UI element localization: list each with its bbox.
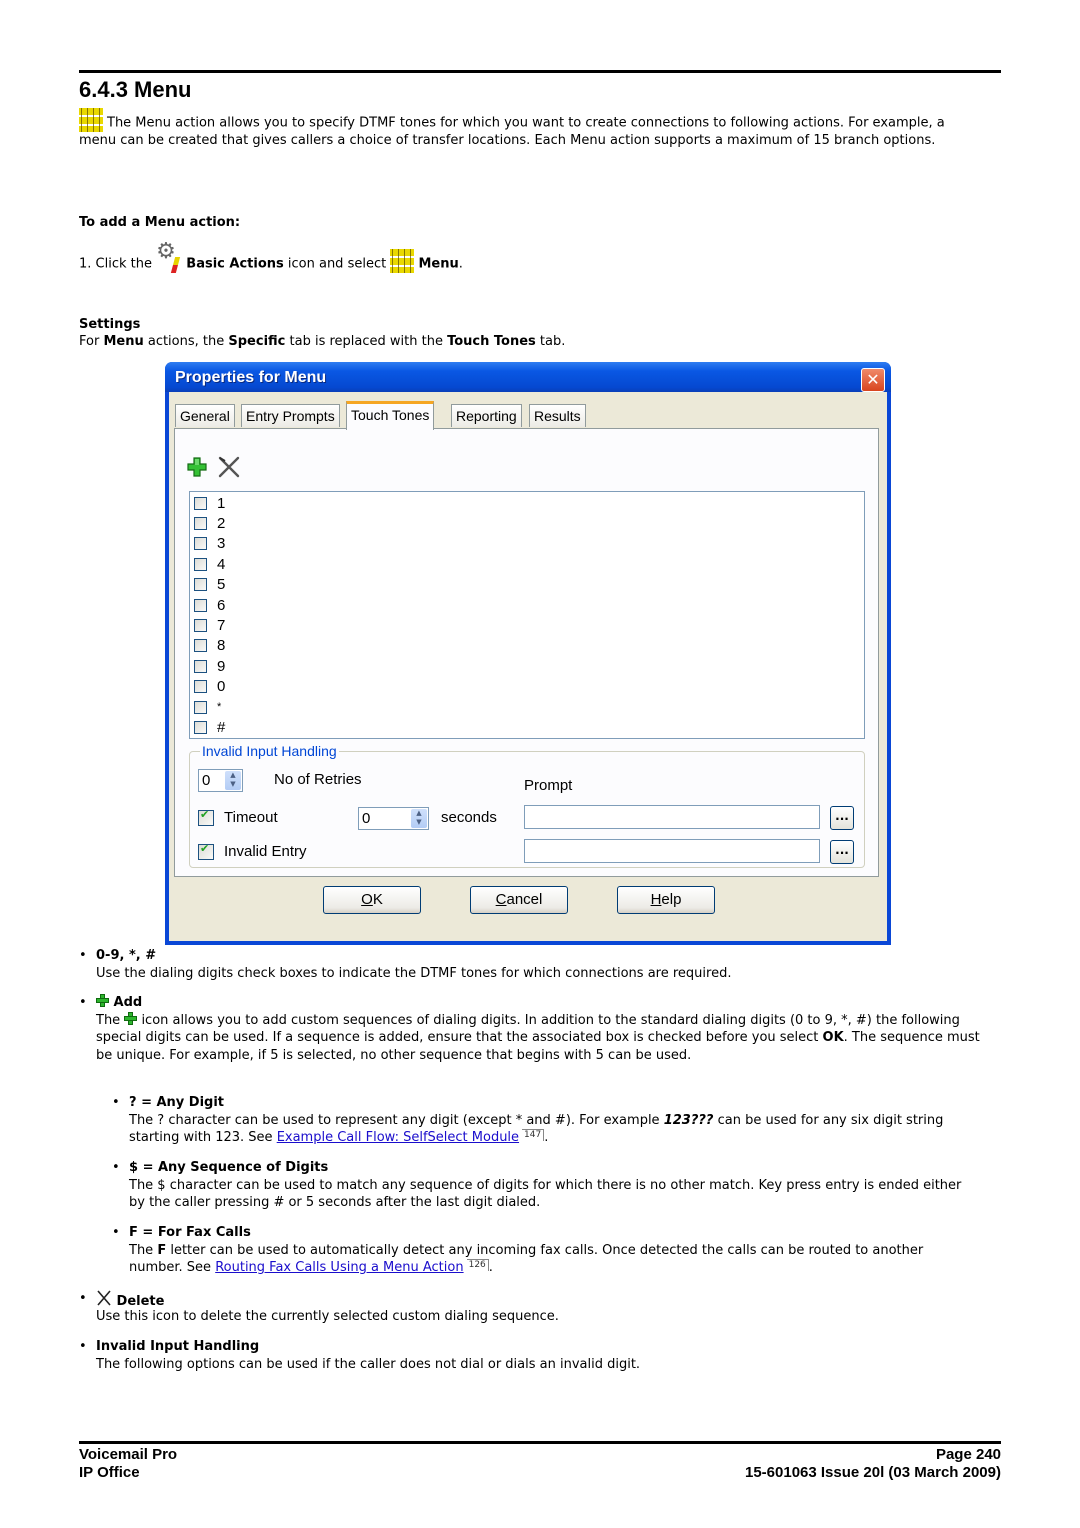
digit-item[interactable]: 0: [194, 677, 225, 697]
timeout-spinner[interactable]: 0 ▲ ▼: [358, 807, 429, 830]
selfselect-module-link[interactable]: Example Call Flow: SelfSelect Module: [277, 1130, 519, 1145]
digit-item[interactable]: 9: [194, 656, 225, 676]
tab-entry-prompts[interactable]: Entry Prompts: [241, 404, 340, 427]
page-ref: 126: [466, 1259, 489, 1271]
footer-company: IP Office: [79, 1464, 140, 1481]
prompt-label: Prompt: [524, 777, 573, 794]
add-sequence-icon[interactable]: [187, 457, 207, 477]
menu-action-icon: [79, 108, 103, 132]
invalid-input-group: Invalid Input Handling 0 ▲ ▼ No of Retrie…: [189, 743, 865, 868]
menu-action-icon: [390, 249, 415, 273]
invalid-entry-label: Invalid Entry: [224, 843, 307, 860]
digit-list: 1 2 3 4 5 6 7 8 9 0 * #: [189, 491, 865, 739]
dialog-title: Properties for Menu: [175, 369, 327, 386]
digit-checkbox[interactable]: [194, 516, 207, 530]
retries-label: No of Retries: [274, 771, 362, 788]
digit-checkbox[interactable]: [194, 680, 207, 694]
footer-rule: [79, 1441, 1001, 1444]
digit-checkbox[interactable]: [194, 700, 207, 714]
properties-dialog: Properties for Menu ✕ General Entry Prom…: [165, 362, 891, 945]
invalid-entry-prompt-field[interactable]: [524, 839, 820, 863]
digit-checkbox[interactable]: [194, 720, 207, 734]
invalid-entry-checkbox[interactable]: [198, 842, 214, 860]
howto-heading: To add a Menu action:: [79, 215, 241, 230]
dialog-body: General Entry Prompts Touch Tones Report…: [169, 392, 887, 941]
timeout-prompt-field[interactable]: [524, 805, 820, 829]
intro-paragraph: The Menu action allows you to specify DT…: [79, 108, 979, 150]
section-title: 6.4.3 Menu: [79, 77, 192, 102]
header-rule: [79, 70, 1001, 73]
digit-item[interactable]: 4: [194, 554, 225, 574]
digit-item[interactable]: 8: [194, 636, 225, 656]
tab-general[interactable]: General: [175, 404, 235, 427]
tab-reporting[interactable]: Reporting: [451, 404, 522, 427]
settings-heading: Settings: [79, 317, 141, 332]
digit-checkbox[interactable]: [194, 496, 207, 510]
digit-item[interactable]: 3: [194, 534, 225, 554]
tab-results[interactable]: Results: [529, 404, 586, 427]
delete-sequence-icon[interactable]: [217, 455, 241, 479]
digit-item[interactable]: *: [194, 697, 221, 717]
howto-step: 1. Click the Basic Actions icon and sele…: [79, 243, 979, 273]
digit-checkbox[interactable]: [194, 639, 207, 653]
digit-checkbox[interactable]: [194, 598, 207, 612]
dialog-title-bar[interactable]: Properties for Menu ✕: [165, 362, 891, 392]
digit-checkbox[interactable]: [194, 578, 207, 592]
spinner-arrows-icon[interactable]: ▲ ▼: [225, 771, 241, 790]
digit-item[interactable]: #: [194, 717, 225, 737]
footer-page-number: Page 240: [935, 1446, 1001, 1463]
spinner-arrows-icon[interactable]: ▲ ▼: [411, 809, 427, 828]
close-icon: ✕: [866, 370, 880, 389]
timeout-label: Timeout: [224, 809, 278, 826]
delete-icon: [97, 1290, 111, 1306]
retries-spinner[interactable]: 0 ▲ ▼: [198, 769, 243, 792]
seconds-label: seconds: [441, 809, 497, 826]
page-ref: 147: [522, 1129, 545, 1141]
timeout-checkbox[interactable]: [198, 808, 214, 826]
tab-touch-tones[interactable]: Touch Tones: [346, 401, 435, 430]
cancel-button[interactable]: Cancel: [470, 886, 568, 914]
digit-checkbox[interactable]: [194, 537, 207, 551]
footer-document-id: 15-601063 Issue 20l (03 March 2009): [744, 1464, 1001, 1481]
digit-item[interactable]: 5: [194, 575, 225, 595]
basic-actions-icon: [156, 243, 182, 273]
add-icon: [124, 1011, 138, 1025]
timeout-prompt-browse-button[interactable]: ...: [830, 806, 854, 830]
help-button[interactable]: Help: [617, 886, 715, 914]
routing-fax-calls-link[interactable]: Routing Fax Calls Using a Menu Action: [215, 1260, 463, 1275]
add-icon: [96, 994, 109, 1007]
digit-item[interactable]: 1: [194, 493, 225, 513]
ok-button[interactable]: OK: [323, 886, 421, 914]
digit-item[interactable]: 7: [194, 615, 225, 635]
digit-item[interactable]: 6: [194, 595, 225, 615]
digit-checkbox[interactable]: [194, 557, 207, 571]
invalid-entry-browse-button[interactable]: ...: [830, 840, 854, 864]
footer-product: Voicemail Pro: [79, 1446, 178, 1463]
digit-item[interactable]: 2: [194, 513, 225, 533]
digit-checkbox[interactable]: [194, 659, 207, 673]
invalid-input-legend: Invalid Input Handling: [200, 743, 339, 759]
close-button[interactable]: ✕: [861, 368, 885, 392]
touch-tones-panel: 1 2 3 4 5 6 7 8 9 0 * # Invalid Input Ha…: [174, 428, 879, 877]
digit-checkbox[interactable]: [194, 618, 207, 632]
settings-text: For Menu actions, the Specific tab is re…: [79, 334, 566, 349]
